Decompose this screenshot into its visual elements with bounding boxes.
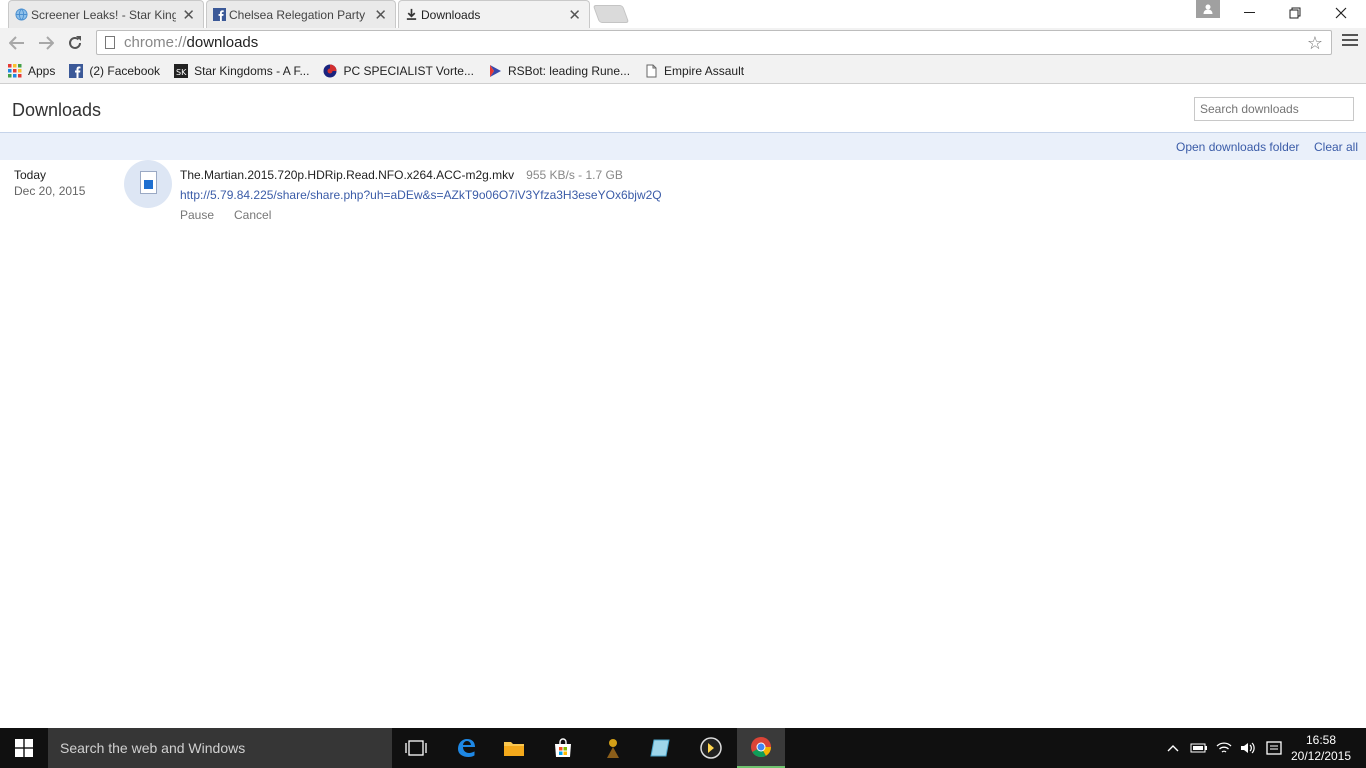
bookmark-label: (2) Facebook xyxy=(89,63,161,78)
bookmark-apps[interactable]: Apps xyxy=(8,63,56,78)
page-icon xyxy=(105,36,115,49)
pause-button[interactable]: Pause xyxy=(180,208,214,222)
bookmark-facebook[interactable]: (2) Facebook xyxy=(69,63,161,78)
chrome-menu-icon[interactable] xyxy=(1342,34,1358,49)
close-tab-icon[interactable]: ✕ xyxy=(568,6,581,24)
bookmarks-bar: Apps (2) Facebook SK Star Kingdoms - A F… xyxy=(0,58,1366,84)
cancel-button[interactable]: Cancel xyxy=(234,208,271,222)
downloads-action-bar: Open downloads folder Clear all xyxy=(0,133,1366,160)
close-tab-icon[interactable]: ✕ xyxy=(182,6,195,24)
close-window-button[interactable] xyxy=(1318,0,1364,26)
back-button[interactable] xyxy=(7,33,27,53)
video-file-icon[interactable] xyxy=(124,160,172,208)
bookmark-label: Empire Assault xyxy=(664,63,745,78)
open-downloads-folder-link[interactable]: Open downloads folder xyxy=(1176,140,1299,154)
bookmark-rsbot[interactable]: RSBot: leading Rune... xyxy=(488,64,630,78)
new-tab-button[interactable] xyxy=(592,5,630,23)
reload-icon xyxy=(69,36,81,49)
minimize-button[interactable] xyxy=(1227,0,1273,26)
profile-icon[interactable] xyxy=(1196,0,1220,18)
download-icon xyxy=(406,8,417,20)
bookmark-label: Star Kingdoms - A F... xyxy=(194,63,310,78)
facebook-icon xyxy=(69,63,84,78)
volume-icon xyxy=(1241,742,1255,754)
tab-strip: Screener Leaks! - Star King ✕ Chelsea Re… xyxy=(0,0,1366,28)
sk-icon: SK xyxy=(174,63,189,78)
url-path: downloads xyxy=(186,34,259,51)
search-downloads-input[interactable] xyxy=(1194,97,1354,121)
tab-label: Screener Leaks! - Star King xyxy=(31,7,176,22)
tab-label: Chelsea Relegation Party xyxy=(229,7,366,22)
restore-button[interactable] xyxy=(1272,0,1318,26)
show-hidden-icons-icon xyxy=(1167,745,1179,752)
game-app-icon[interactable] xyxy=(589,728,637,768)
download-url-link[interactable]: http://5.79.84.225/share/share.php?uh=aD… xyxy=(180,188,662,202)
bookmark-empire-assault[interactable]: Empire Assault xyxy=(644,64,744,78)
chrome-taskbar-icon[interactable] xyxy=(737,728,785,768)
edge-browser-icon[interactable] xyxy=(442,728,490,768)
wifi-icon xyxy=(1216,742,1232,753)
bookmark-pc-specialist[interactable]: PC SPECIALIST Vorte... xyxy=(323,64,474,78)
rsbot-icon xyxy=(489,64,501,77)
clock-date: 20/12/2015 xyxy=(1290,749,1352,763)
file-explorer-icon[interactable] xyxy=(490,728,538,768)
taskbar-clock[interactable]: 16:58 20/12/2015 xyxy=(1288,732,1354,764)
downloads-header: Downloads xyxy=(0,84,1366,133)
tab-label: Downloads xyxy=(421,7,481,22)
bookmark-label: PC SPECIALIST Vorte... xyxy=(343,63,474,78)
close-tab-icon[interactable]: ✕ xyxy=(374,6,387,24)
tab-downloads[interactable]: Downloads ✕ xyxy=(398,0,590,28)
address-bar[interactable]: chrome:// downloads ☆ xyxy=(96,30,1332,55)
media-app-icon[interactable] xyxy=(687,728,735,768)
page-icon xyxy=(646,64,657,77)
bookmark-star-kingdoms[interactable]: SK Star Kingdoms - A F... xyxy=(174,63,310,78)
windows-taskbar: Search the web and Windows 16:58 20/12/2… xyxy=(0,728,1366,768)
forward-button[interactable] xyxy=(36,33,56,53)
facebook-icon xyxy=(213,8,226,21)
start-button[interactable] xyxy=(0,728,48,768)
svg-text:SK: SK xyxy=(176,68,187,77)
tab-screener-leaks[interactable]: Screener Leaks! - Star King ✕ xyxy=(8,0,204,28)
download-date-label: Today xyxy=(14,168,47,182)
store-icon[interactable] xyxy=(539,728,587,768)
bookmark-label: RSBot: leading Rune... xyxy=(507,63,631,78)
url-scheme: chrome:// xyxy=(124,34,187,51)
notepad-app-icon[interactable] xyxy=(637,728,685,768)
action-center-icon xyxy=(1266,741,1282,755)
bookmark-label: Apps xyxy=(28,63,56,78)
download-filename[interactable]: The.Martian.2015.720p.HDRip.Read.NFO.x26… xyxy=(180,168,514,182)
pc-specialist-icon xyxy=(323,64,337,77)
apps-grid-icon xyxy=(8,63,22,77)
taskbar-search-box[interactable]: Search the web and Windows xyxy=(48,728,392,768)
clock-time: 16:58 xyxy=(1305,733,1337,747)
back-arrow-icon xyxy=(9,36,24,50)
toolbar: chrome:// downloads ☆ xyxy=(0,28,1366,58)
system-tray xyxy=(1166,728,1282,768)
battery-icon xyxy=(1190,743,1207,753)
page-title: Downloads xyxy=(12,100,102,120)
download-status: 955 KB/s - 1.7 GB xyxy=(526,168,623,182)
globe-icon xyxy=(15,8,28,21)
windows-logo-icon xyxy=(15,739,33,757)
download-filename-row: The.Martian.2015.720p.HDRip.Read.NFO.x26… xyxy=(180,168,623,182)
bookmark-star-icon[interactable]: ☆ xyxy=(1307,33,1323,54)
reload-button[interactable] xyxy=(65,33,85,53)
tab-chelsea[interactable]: Chelsea Relegation Party ✕ xyxy=(206,0,396,28)
download-date: Dec 20, 2015 xyxy=(14,184,86,198)
task-view-icon[interactable] xyxy=(392,728,440,768)
forward-arrow-icon xyxy=(39,36,54,50)
clear-all-link[interactable]: Clear all xyxy=(1314,140,1358,154)
